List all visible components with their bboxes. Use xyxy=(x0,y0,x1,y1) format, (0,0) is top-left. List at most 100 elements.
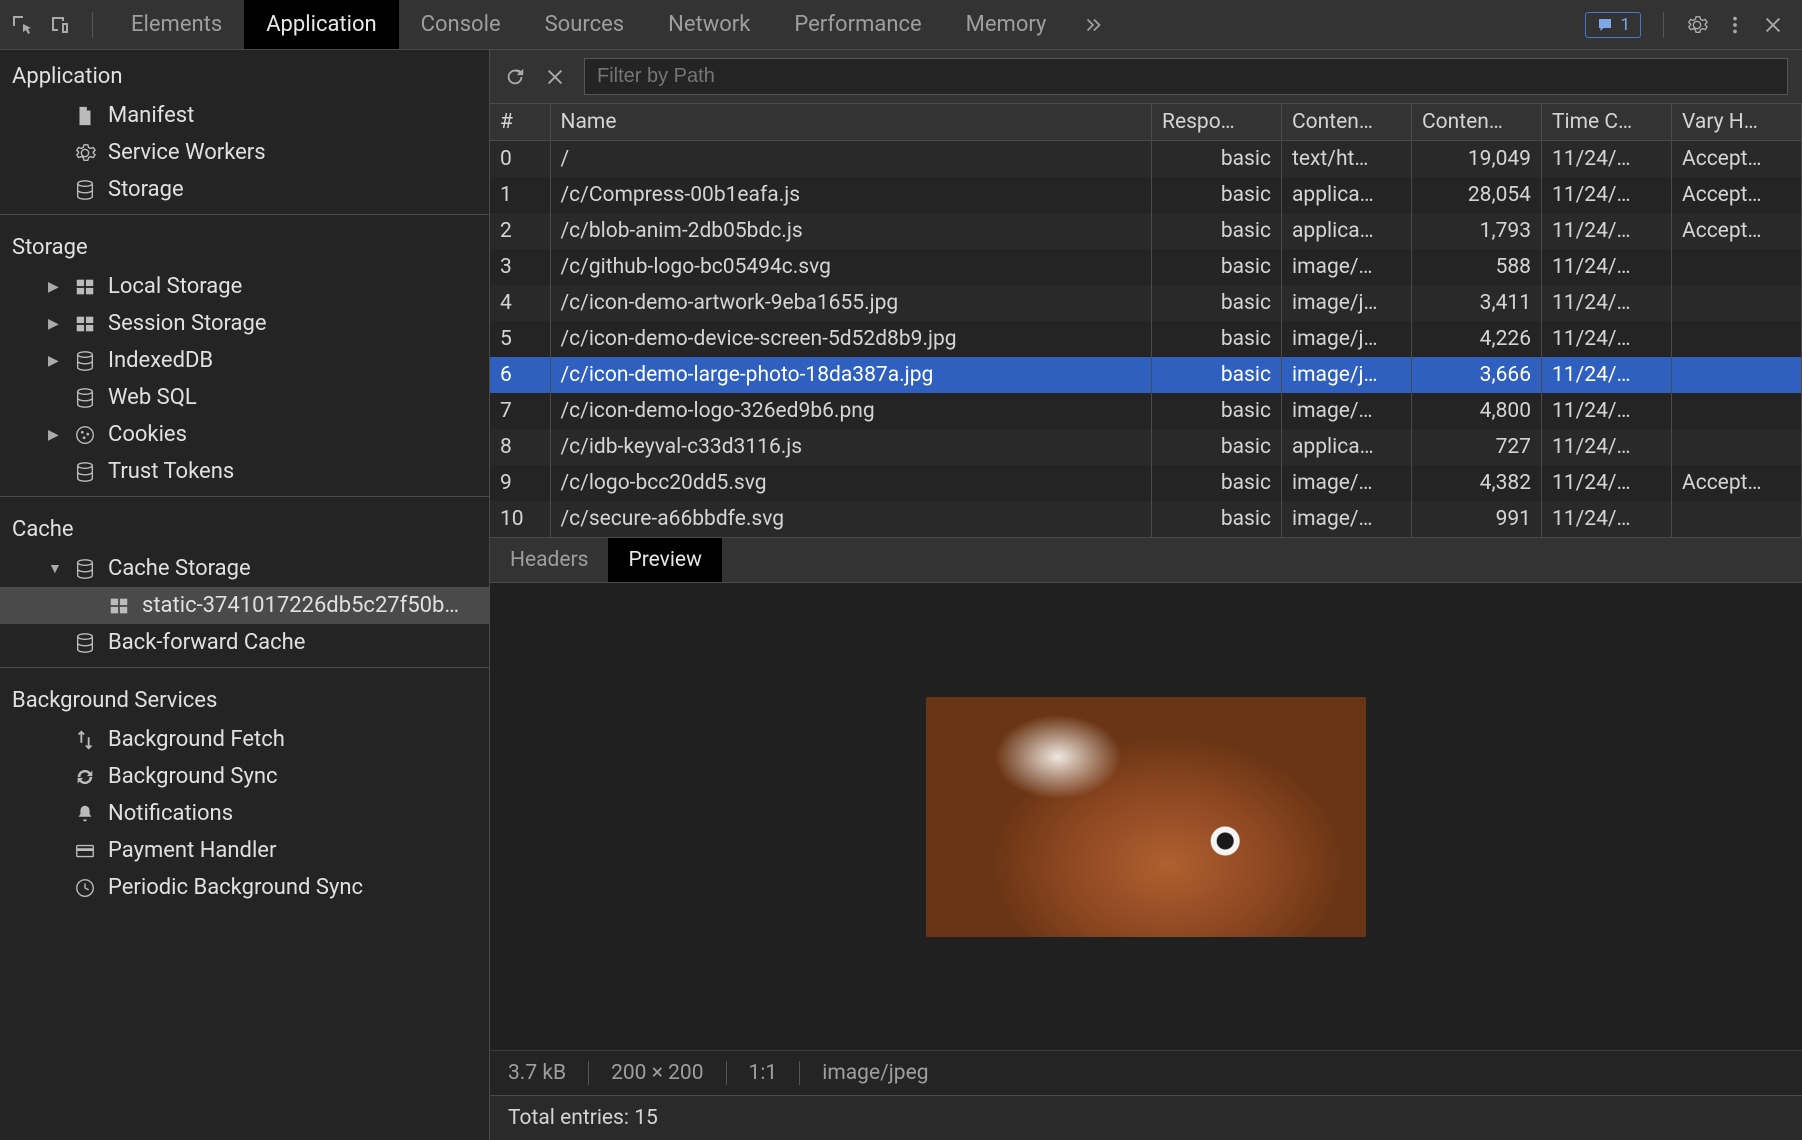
kebab-icon[interactable] xyxy=(1724,14,1746,36)
cell-idx: 6 xyxy=(490,357,550,393)
cell-name: /c/logo-bcc20dd5.svg xyxy=(550,465,1152,501)
tab-sources[interactable]: Sources xyxy=(523,0,647,49)
column-header[interactable]: # xyxy=(490,104,550,141)
cell-idx: 5 xyxy=(490,321,550,357)
database-icon xyxy=(72,350,98,372)
sidebar-item[interactable]: Trust Tokens xyxy=(0,453,489,490)
table-row[interactable]: 3/c/github-logo-bc05494c.svgbasicimage/…… xyxy=(490,249,1802,285)
tabs-overflow[interactable] xyxy=(1068,14,1118,36)
table-row[interactable]: 1/c/Compress-00b1eafa.jsbasicapplica…28,… xyxy=(490,177,1802,213)
cell-vary: Accept… xyxy=(1672,465,1802,501)
cache-footer: Total entries: 15 xyxy=(490,1095,1802,1140)
cache-entries-table: #NameRespo…Conten…Conten…Time C…Vary H… … xyxy=(490,104,1802,538)
tab-application[interactable]: Application xyxy=(244,0,398,49)
sidebar-item-label: Background Sync xyxy=(108,764,278,789)
content-pane: #NameRespo…Conten…Conten…Time C…Vary H… … xyxy=(490,50,1802,1140)
sidebar-item[interactable]: Storage xyxy=(0,171,489,208)
separator xyxy=(92,12,93,38)
gear-icon xyxy=(72,142,98,164)
main-area: ApplicationManifestService WorkersStorag… xyxy=(0,50,1802,1140)
cell-clen: 991 xyxy=(1412,501,1542,537)
cell-name: /c/icon-demo-artwork-9eba1655.jpg xyxy=(550,285,1152,321)
sidebar-item-label: Back-forward Cache xyxy=(108,630,305,655)
main-tabs: ElementsApplicationConsoleSourcesNetwork… xyxy=(109,0,1068,49)
tab-console[interactable]: Console xyxy=(399,0,523,49)
cell-ctype: image/… xyxy=(1282,393,1412,429)
info-dimensions: 200 × 200 xyxy=(589,1061,726,1085)
database-icon xyxy=(72,387,98,409)
table-row[interactable]: 4/c/icon-demo-artwork-9eba1655.jpgbasici… xyxy=(490,285,1802,321)
cell-vary xyxy=(1672,357,1802,393)
info-size: 3.7 kB xyxy=(508,1061,589,1085)
chevron-right-icon: ▶ xyxy=(48,353,62,369)
sync-icon xyxy=(72,766,98,788)
sidebar-item[interactable]: Back-forward Cache xyxy=(0,624,489,661)
cell-idx: 0 xyxy=(490,141,550,178)
sidebar-item[interactable]: Periodic Background Sync xyxy=(0,869,489,906)
tab-memory[interactable]: Memory xyxy=(944,0,1069,49)
grid-icon xyxy=(72,313,98,335)
issues-badge[interactable]: 1 xyxy=(1585,12,1641,38)
sidebar-item-label: static-3741017226db5c27f50b… xyxy=(142,593,459,618)
sidebar-item-label: Web SQL xyxy=(108,385,197,410)
preview-image xyxy=(926,697,1366,937)
column-header[interactable]: Respo… xyxy=(1152,104,1282,141)
sidebar-item[interactable]: Background Fetch xyxy=(0,721,489,758)
sidebar-item-label: Session Storage xyxy=(108,311,267,336)
device-toggle-icon[interactable] xyxy=(48,13,72,37)
detail-tab-preview[interactable]: Preview xyxy=(608,538,721,582)
chevron-right-icon: ▶ xyxy=(48,279,62,295)
sidebar-item[interactable]: ▶ Session Storage xyxy=(0,305,489,342)
sidebar-item[interactable]: ▶Cookies xyxy=(0,416,489,453)
sidebar-item[interactable]: Background Sync xyxy=(0,758,489,795)
sidebar-item[interactable]: Payment Handler xyxy=(0,832,489,869)
table-row[interactable]: 5/c/icon-demo-device-screen-5d52d8b9.jpg… xyxy=(490,321,1802,357)
sidebar-item[interactable]: Manifest xyxy=(0,97,489,134)
cell-clen: 4,800 xyxy=(1412,393,1542,429)
divider xyxy=(0,667,489,668)
cell-resp: basic xyxy=(1152,141,1282,178)
sidebar-item[interactable]: Notifications xyxy=(0,795,489,832)
close-icon[interactable] xyxy=(1762,14,1784,36)
inspect-icon[interactable] xyxy=(10,13,34,37)
sidebar-item[interactable]: Service Workers xyxy=(0,134,489,171)
tab-network[interactable]: Network xyxy=(646,0,772,49)
sidebar-item[interactable]: ▼Cache Storage xyxy=(0,550,489,587)
column-header[interactable]: Vary H… xyxy=(1672,104,1802,141)
column-header[interactable]: Conten… xyxy=(1282,104,1412,141)
table-row[interactable]: 6/c/icon-demo-large-photo-18da387a.jpgba… xyxy=(490,357,1802,393)
tab-elements[interactable]: Elements xyxy=(109,0,244,49)
table-row[interactable]: 8/c/idb-keyval-c33d3116.jsbasicapplica…7… xyxy=(490,429,1802,465)
cell-name: /c/icon-demo-device-screen-5d52d8b9.jpg xyxy=(550,321,1152,357)
column-header[interactable]: Time C… xyxy=(1542,104,1672,141)
cell-clen: 3,666 xyxy=(1412,357,1542,393)
devtools-titlebar: ElementsApplicationConsoleSourcesNetwork… xyxy=(0,0,1802,50)
titlebar-left xyxy=(0,12,109,38)
cell-resp: basic xyxy=(1152,285,1282,321)
cell-idx: 10 xyxy=(490,501,550,537)
cell-resp: basic xyxy=(1152,321,1282,357)
table-row[interactable]: 10/c/secure-a66bbdfe.svgbasicimage/…9911… xyxy=(490,501,1802,537)
cell-idx: 2 xyxy=(490,213,550,249)
sidebar-item[interactable]: static-3741017226db5c27f50b… xyxy=(0,587,489,624)
column-header[interactable]: Conten… xyxy=(1412,104,1542,141)
filter-input[interactable] xyxy=(584,58,1788,95)
tab-performance[interactable]: Performance xyxy=(772,0,943,49)
detail-tab-headers[interactable]: Headers xyxy=(490,538,608,582)
sidebar-item[interactable]: ▶Local Storage xyxy=(0,268,489,305)
table-row[interactable]: 0/basictext/ht…19,04911/24/…Accept… xyxy=(490,141,1802,178)
sidebar-item-label: Trust Tokens xyxy=(108,459,234,484)
cell-name: /c/idb-keyval-c33d3116.js xyxy=(550,429,1152,465)
sidebar-item[interactable]: Web SQL xyxy=(0,379,489,416)
database-icon xyxy=(72,461,98,483)
refresh-icon[interactable] xyxy=(504,66,526,88)
table-row[interactable]: 2/c/blob-anim-2db05bdc.jsbasicapplica…1,… xyxy=(490,213,1802,249)
gear-icon[interactable] xyxy=(1686,14,1708,36)
table-row[interactable]: 7/c/icon-demo-logo-326ed9b6.pngbasicimag… xyxy=(490,393,1802,429)
clear-icon[interactable] xyxy=(544,66,566,88)
column-header[interactable]: Name xyxy=(550,104,1152,141)
sidebar-item[interactable]: ▶IndexedDB xyxy=(0,342,489,379)
table-row[interactable]: 9/c/logo-bcc20dd5.svgbasicimage/…4,38211… xyxy=(490,465,1802,501)
chevron-right-icon: ▶ xyxy=(48,316,62,332)
cell-idx: 8 xyxy=(490,429,550,465)
